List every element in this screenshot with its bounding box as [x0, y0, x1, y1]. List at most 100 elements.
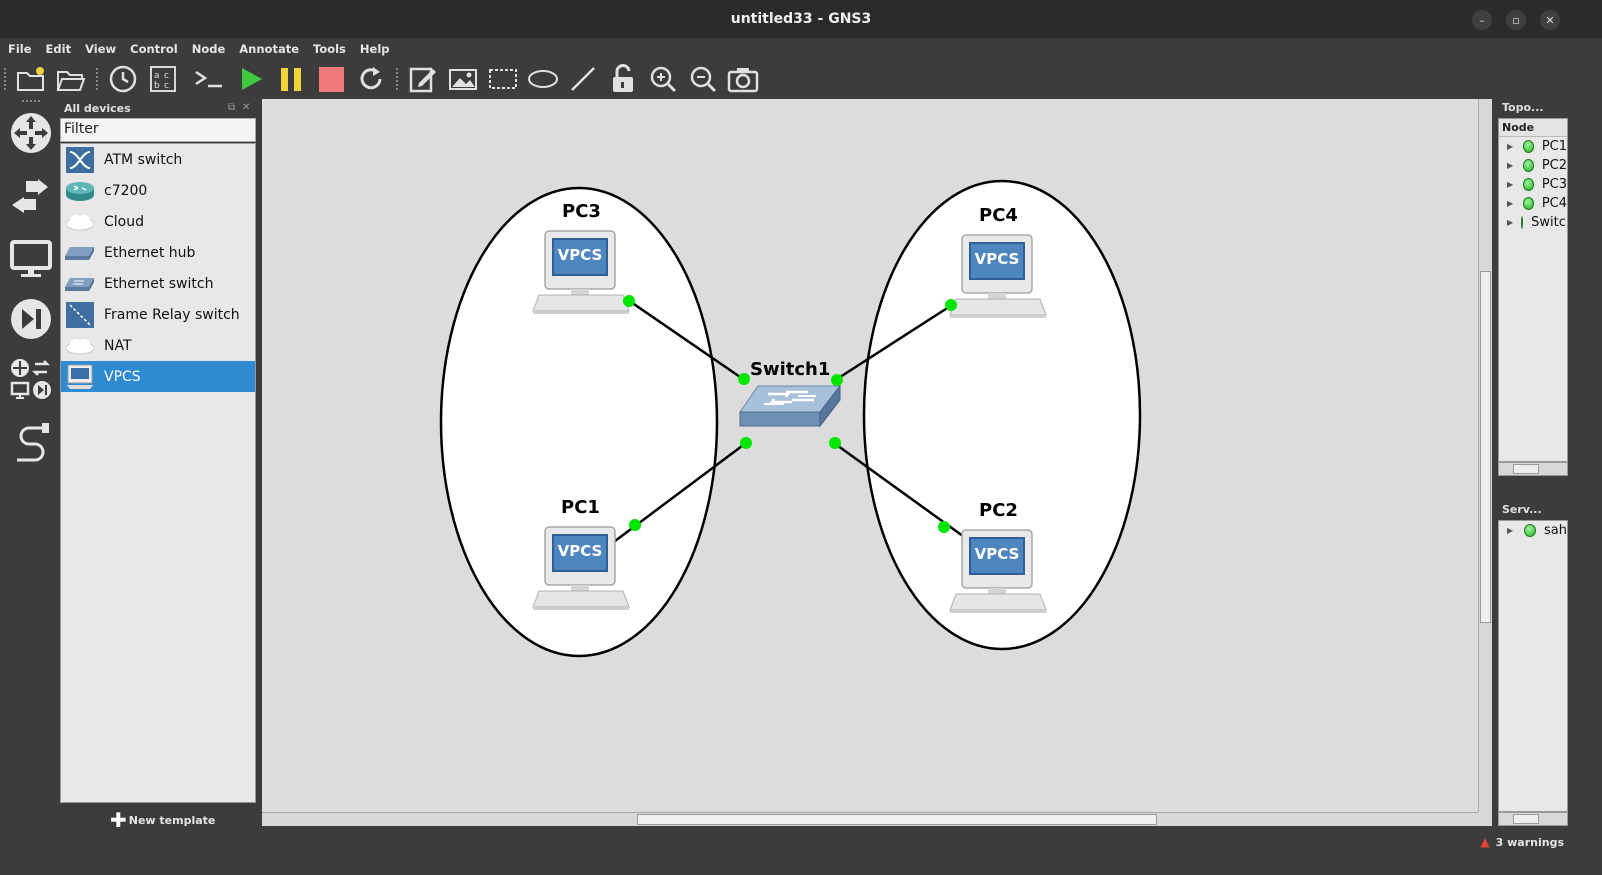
menu-view[interactable]: View — [85, 42, 116, 56]
minimize-icon: – — [1479, 13, 1485, 27]
browse-routers-button[interactable] — [8, 110, 54, 156]
show-interface-labels-button[interactable]: acbc — [146, 63, 180, 95]
port-status-dot — [945, 299, 957, 311]
toolbar-grip — [4, 68, 8, 90]
browse-switches-button[interactable] — [8, 174, 54, 220]
device-item-label: Frame Relay switch — [104, 306, 240, 323]
vertical-scroll-thumb[interactable] — [1480, 271, 1491, 623]
topology-summary-item[interactable]: ▶ PC3 — [1499, 175, 1567, 194]
menu-annotate[interactable]: Annotate — [239, 42, 299, 56]
device-item-ethernet-switch[interactable]: Ethernet switch — [61, 268, 255, 299]
minimize-button[interactable]: – — [1472, 10, 1492, 30]
restore-button[interactable]: ▫ — [1506, 10, 1526, 30]
browse-end-devices-button[interactable] — [8, 236, 54, 282]
device-item-nat[interactable]: NAT — [61, 330, 255, 361]
expand-arrow-icon[interactable]: ▶ — [1507, 180, 1515, 189]
dock-float-icon[interactable]: ⧉ — [228, 102, 235, 113]
node-label-pc1[interactable]: PC1 — [561, 497, 600, 518]
device-type-toolbar — [0, 98, 60, 828]
suspend-all-button[interactable] — [274, 63, 308, 95]
topology-drawing — [439, 179, 1142, 658]
draw-line-button[interactable] — [566, 63, 600, 95]
menu-tools[interactable]: Tools — [313, 42, 346, 56]
terminal-icon — [195, 70, 222, 88]
screenshot-button[interactable] — [726, 63, 760, 95]
dock-close-icon[interactable]: ✕ — [242, 102, 250, 113]
play-icon — [242, 68, 262, 90]
menu-help[interactable]: Help — [360, 42, 390, 56]
scroll-thumb[interactable] — [1513, 814, 1539, 824]
topology-summary-item[interactable]: ▶ Switch1 — [1499, 213, 1567, 232]
node-label-pc4[interactable]: PC4 — [979, 205, 1018, 226]
warnings-label: 3 warnings — [1495, 835, 1564, 849]
menu-control[interactable]: Control — [130, 42, 178, 56]
menu-edit[interactable]: Edit — [46, 42, 72, 56]
reload-all-button[interactable] — [354, 63, 388, 95]
svg-text:b: b — [154, 81, 160, 91]
node-pc3[interactable] — [532, 230, 630, 315]
node-label-pc2[interactable]: PC2 — [979, 500, 1018, 521]
open-project-button[interactable] — [54, 63, 88, 95]
node-label-pc3[interactable]: PC3 — [562, 201, 601, 222]
device-item-atm-switch[interactable]: ATM switch — [61, 144, 255, 175]
snapshot-button[interactable] — [106, 63, 140, 95]
menu-file[interactable]: File — [8, 42, 32, 56]
server-item[interactable]: ▶ sah — [1499, 521, 1567, 540]
horizontal-scroll-thumb[interactable] — [637, 814, 1157, 825]
expand-arrow-icon[interactable]: ▶ — [1507, 161, 1515, 170]
scroll-thumb[interactable] — [1513, 464, 1539, 474]
plus-icon: ✚ — [110, 808, 127, 832]
new-project-button[interactable] — [14, 63, 48, 95]
servers-summary-tree: ▶ sah — [1498, 520, 1568, 812]
expand-arrow-icon[interactable]: ▶ — [1507, 526, 1516, 535]
console-all-button[interactable] — [192, 63, 226, 95]
device-list: ATM switch c7200 Cloud Ethernet hub Ethe… — [60, 143, 256, 803]
devices-dock-title: All devices — [64, 102, 131, 115]
zoom-in-button[interactable] — [646, 63, 680, 95]
menu-node[interactable]: Node — [192, 42, 226, 56]
device-item-ethernet-hub[interactable]: Ethernet hub — [61, 237, 255, 268]
status-led-icon — [1523, 197, 1534, 210]
add-note-button[interactable] — [406, 63, 440, 95]
expand-arrow-icon[interactable]: ▶ — [1507, 218, 1513, 227]
node-label-switch1[interactable]: Switch1 — [750, 359, 830, 380]
topology-summary-item[interactable]: ▶ PC1 — [1499, 137, 1567, 156]
start-all-button[interactable] — [234, 63, 268, 95]
add-link-button[interactable] — [8, 420, 54, 466]
port-status-dot — [623, 295, 635, 307]
router-icon — [64, 177, 96, 205]
device-item-c7200[interactable]: c7200 — [61, 175, 255, 206]
topology-canvas[interactable]: VPCS VPCS VPCS VPCS PC3 PC4 PC1 PC2 Swit… — [262, 99, 1478, 812]
browse-security-devices-button[interactable] — [8, 296, 54, 342]
topology-summary-item[interactable]: ▶ PC2 — [1499, 156, 1567, 175]
close-button[interactable]: ✕ — [1540, 10, 1560, 30]
node-switch1[interactable] — [739, 384, 842, 428]
expand-arrow-icon[interactable]: ▶ — [1507, 199, 1515, 208]
play-pause-icon — [11, 299, 51, 339]
draw-ellipse-button[interactable] — [526, 63, 560, 95]
device-filter-input[interactable]: Filter — [60, 118, 256, 142]
node-pc4[interactable] — [949, 234, 1047, 319]
draw-rectangle-button[interactable] — [486, 63, 520, 95]
stop-all-button[interactable] — [314, 63, 348, 95]
topology-summary-hscrollbar[interactable] — [1498, 462, 1568, 476]
expand-arrow-icon[interactable]: ▶ — [1507, 142, 1515, 151]
device-item-frame-relay-switch[interactable]: Frame Relay switch — [61, 299, 255, 330]
canvas-vertical-scrollbar[interactable] — [1478, 99, 1492, 812]
device-item-vpcs[interactable]: VPCS — [61, 361, 255, 392]
servers-summary-hscrollbar[interactable] — [1498, 812, 1568, 826]
new-template-label: New template — [128, 813, 216, 827]
vpcs-icon — [64, 363, 96, 391]
node-pc2[interactable] — [949, 529, 1047, 614]
lock-items-button[interactable] — [606, 63, 640, 95]
warnings-indicator[interactable]: ▲ 3 warnings — [1480, 835, 1564, 849]
browse-all-devices-button[interactable] — [8, 356, 54, 402]
device-item-cloud[interactable]: Cloud — [61, 206, 255, 237]
new-template-button[interactable]: ✚ New template — [110, 808, 215, 832]
zoom-out-button[interactable] — [686, 63, 720, 95]
open-folder-icon — [56, 71, 86, 91]
insert-picture-button[interactable] — [446, 63, 480, 95]
topology-summary-item[interactable]: ▶ PC4 — [1499, 194, 1567, 213]
canvas-horizontal-scrollbar[interactable] — [262, 812, 1478, 826]
node-pc1[interactable] — [532, 526, 630, 611]
